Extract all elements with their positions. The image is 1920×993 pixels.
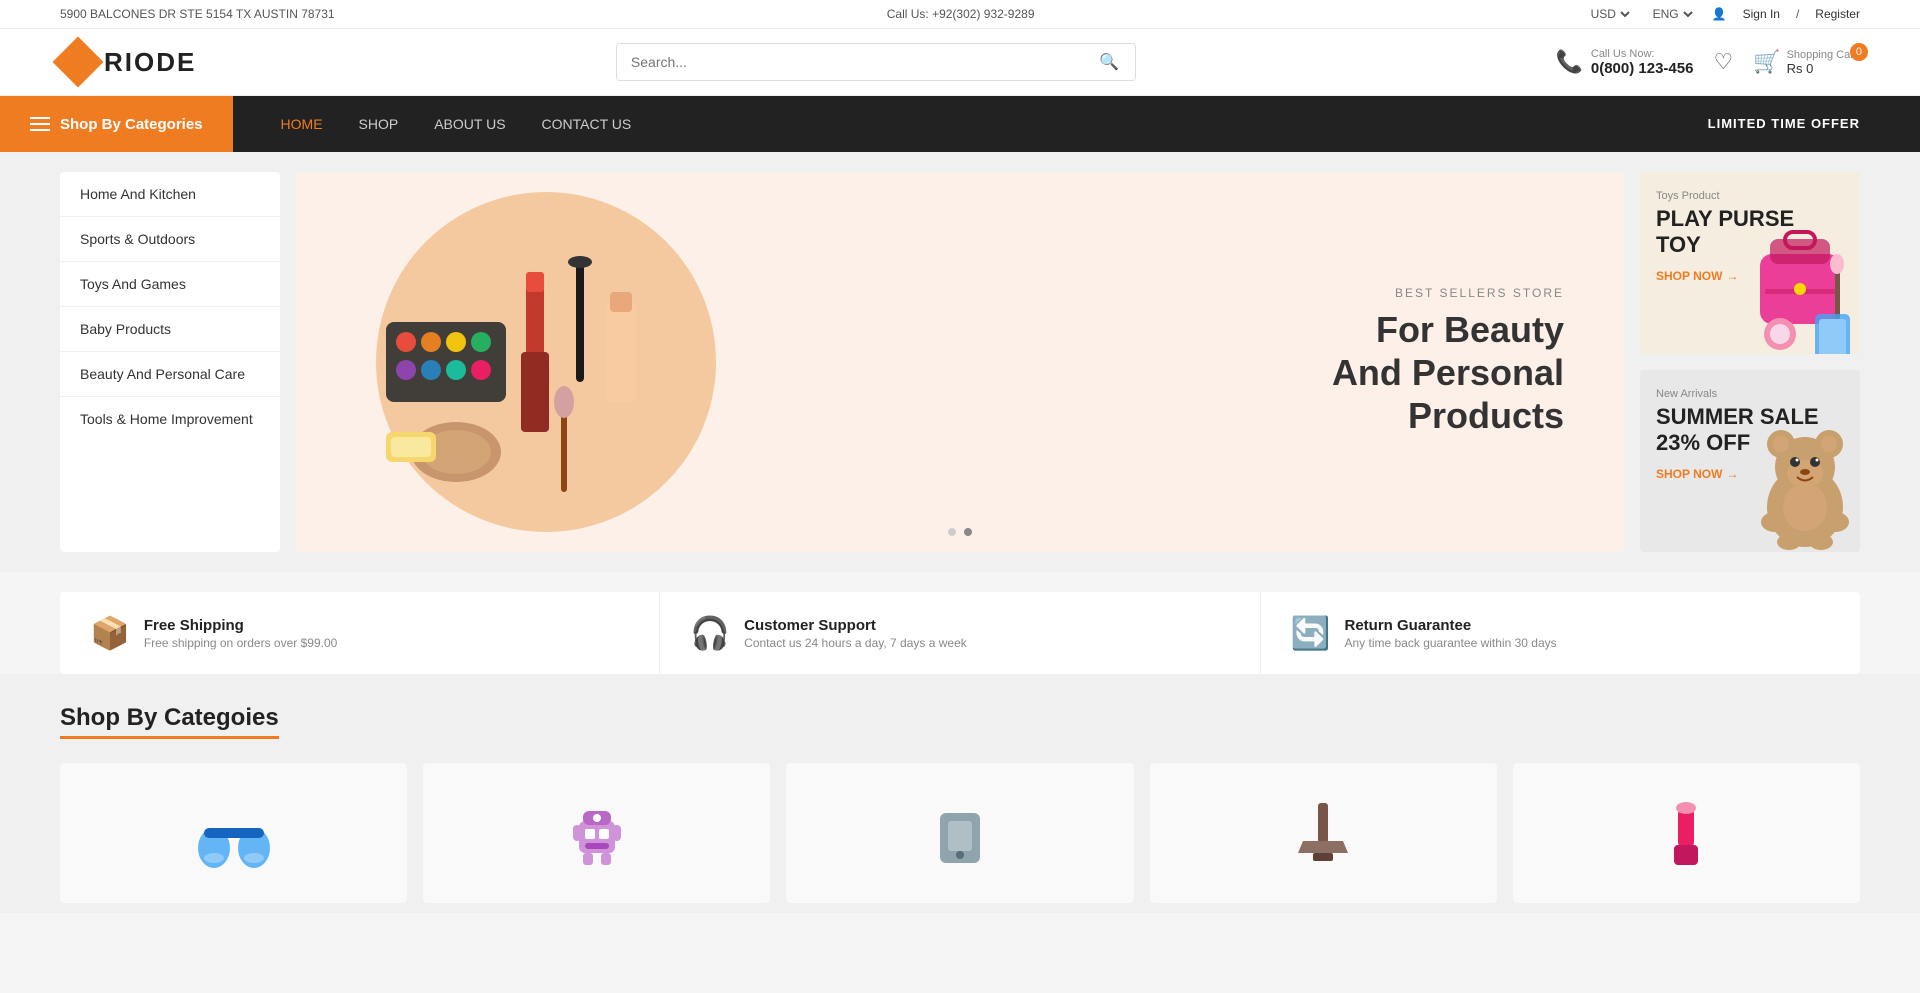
wishlist-icon[interactable]: ♡	[1713, 49, 1733, 75]
hero-area: BEST SELLERS STORE For Beauty And Person…	[296, 172, 1624, 552]
nav-about[interactable]: ABOUT US	[416, 96, 523, 152]
call-block: 📞 Call Us Now: 0(800) 123-456	[1555, 48, 1693, 77]
cat-img-2	[423, 763, 770, 903]
hero-product-image	[356, 202, 696, 522]
banner-1-image	[1740, 204, 1860, 354]
categories-label: Shop By Categories	[60, 116, 203, 133]
sidebar-item-tools[interactable]: Tools & Home Improvement	[60, 397, 280, 441]
cat-img-4	[1150, 763, 1497, 903]
navbar: Shop By Categories HOME SHOP ABOUT US CO…	[0, 96, 1920, 152]
search-bar: 🔍	[616, 43, 1136, 81]
shipping-desc: Free shipping on orders over $99.00	[144, 636, 337, 650]
cat-card-5[interactable]	[1513, 763, 1860, 903]
cat-card-1[interactable]	[60, 763, 407, 903]
sidebar: Home And Kitchen Sports & Outdoors Toys …	[60, 172, 280, 552]
logo-text: RIODE	[104, 47, 196, 78]
categories-button[interactable]: Shop By Categories	[0, 96, 233, 152]
cat-card-3[interactable]	[786, 763, 1133, 903]
nav-shop[interactable]: SHOP	[341, 96, 417, 152]
slider-dot-1[interactable]	[948, 528, 956, 536]
search-button[interactable]: 🔍	[1083, 44, 1135, 80]
banner-toys: Toys Product PLAY PURSE TOY SHOP NOW →	[1640, 172, 1860, 354]
nav-home[interactable]: HOME	[263, 96, 341, 152]
cart-amount: Rs 0	[1787, 61, 1860, 76]
nav-links: HOME SHOP ABOUT US CONTACT US	[263, 96, 650, 152]
cart-icon: 🛒	[1753, 49, 1780, 75]
features-strip: 📦 Free Shipping Free shipping on orders …	[60, 592, 1860, 674]
call-info: Call Us Now: 0(800) 123-456	[1591, 48, 1694, 77]
top-bar-right: USD EUR ENG FR 👤 Sign In / Register	[1587, 6, 1860, 22]
sidebar-item-sports[interactable]: Sports & Outdoors	[60, 217, 280, 262]
limited-offer[interactable]: LIMITED TIME OFFER	[1708, 96, 1860, 152]
return-desc: Any time back guarantee within 30 days	[1345, 636, 1557, 650]
header: RIODE 🔍 📞 Call Us Now: 0(800) 123-456 ♡ …	[0, 29, 1920, 96]
shipping-title: Free Shipping	[144, 617, 337, 634]
hero-slider: BEST SELLERS STORE For Beauty And Person…	[296, 172, 1624, 552]
cart-block[interactable]: 🛒 Shopping Cart: Rs 0 0	[1753, 49, 1860, 76]
sidebar-item-baby[interactable]: Baby Products	[60, 307, 280, 352]
support-desc: Contact us 24 hours a day, 7 days a week	[744, 636, 967, 650]
logo[interactable]: RIODE	[60, 44, 196, 80]
call-label: Call Us Now:	[1591, 48, 1694, 60]
feature-shipping-text: Free Shipping Free shipping on orders ov…	[144, 617, 337, 650]
nav-contact[interactable]: CONTACT US	[524, 96, 650, 152]
cat-img-5	[1513, 763, 1860, 903]
cat-img-3	[786, 763, 1133, 903]
call-number: 0(800) 123-456	[1591, 60, 1694, 77]
sign-in-link[interactable]: Sign In	[1743, 7, 1780, 21]
cat-card-4[interactable]	[1150, 763, 1497, 903]
feature-support-text: Customer Support Contact us 24 hours a d…	[744, 617, 967, 650]
sidebar-item-beauty[interactable]: Beauty And Personal Care	[60, 352, 280, 397]
logo-diamond	[53, 37, 104, 88]
cart-info: Shopping Cart: Rs 0	[1787, 49, 1860, 76]
register-link[interactable]: Register	[1815, 7, 1860, 21]
categories-section: Shop By Categoies	[0, 674, 1920, 913]
separator: /	[1796, 7, 1799, 21]
slider-dots	[948, 528, 972, 536]
currency-select[interactable]: USD EUR	[1587, 6, 1633, 22]
support-icon: 🎧	[690, 614, 730, 652]
shipping-icon: 📦	[90, 614, 130, 652]
address: 5900 BALCONES DR STE 5154 TX AUSTIN 7873…	[60, 7, 335, 21]
support-title: Customer Support	[744, 617, 967, 634]
feature-shipping: 📦 Free Shipping Free shipping on orders …	[60, 592, 660, 674]
banner-1-tag: Toys Product	[1656, 190, 1844, 202]
cat-img-1	[60, 763, 407, 903]
sidebar-item-toys[interactable]: Toys And Games	[60, 262, 280, 307]
hero-text: BEST SELLERS STORE For Beauty And Person…	[1332, 286, 1564, 438]
slider-dot-2[interactable]	[964, 528, 972, 536]
section-title: Shop By Categoies	[60, 704, 279, 739]
hamburger-icon	[30, 117, 50, 131]
search-input[interactable]	[617, 44, 1083, 80]
phone: Call Us: +92(302) 932-9289	[887, 7, 1035, 21]
banner-2-tag: New Arrivals	[1656, 388, 1844, 400]
hero-title: For Beauty And Personal Products	[1332, 308, 1564, 438]
top-bar: 5900 BALCONES DR STE 5154 TX AUSTIN 7873…	[0, 0, 1920, 29]
header-right: 📞 Call Us Now: 0(800) 123-456 ♡ 🛒 Shoppi…	[1555, 48, 1860, 77]
cart-label: Shopping Cart:	[1787, 49, 1860, 61]
sidebar-item-home-kitchen[interactable]: Home And Kitchen	[60, 172, 280, 217]
banners: Toys Product PLAY PURSE TOY SHOP NOW →	[1640, 172, 1860, 552]
phone-icon: 📞	[1555, 49, 1582, 75]
banner-summer: New Arrivals SUMMER SALE 23% OFF SHOP NO…	[1640, 370, 1860, 552]
language-select[interactable]: ENG FR	[1649, 6, 1696, 22]
cat-card-2[interactable]	[423, 763, 770, 903]
cart-badge: 0	[1850, 43, 1868, 61]
return-icon: 🔄	[1291, 614, 1331, 652]
return-title: Return Guarantee	[1345, 617, 1557, 634]
feature-return-text: Return Guarantee Any time back guarantee…	[1345, 617, 1557, 650]
banner-2-image	[1745, 412, 1860, 552]
user-icon: 👤	[1712, 7, 1727, 21]
main-content: Home And Kitchen Sports & Outdoors Toys …	[0, 152, 1920, 572]
feature-return: 🔄 Return Guarantee Any time back guarant…	[1261, 592, 1860, 674]
category-grid	[60, 763, 1860, 903]
feature-support: 🎧 Customer Support Contact us 24 hours a…	[660, 592, 1260, 674]
hero-subtitle: BEST SELLERS STORE	[1332, 286, 1564, 300]
